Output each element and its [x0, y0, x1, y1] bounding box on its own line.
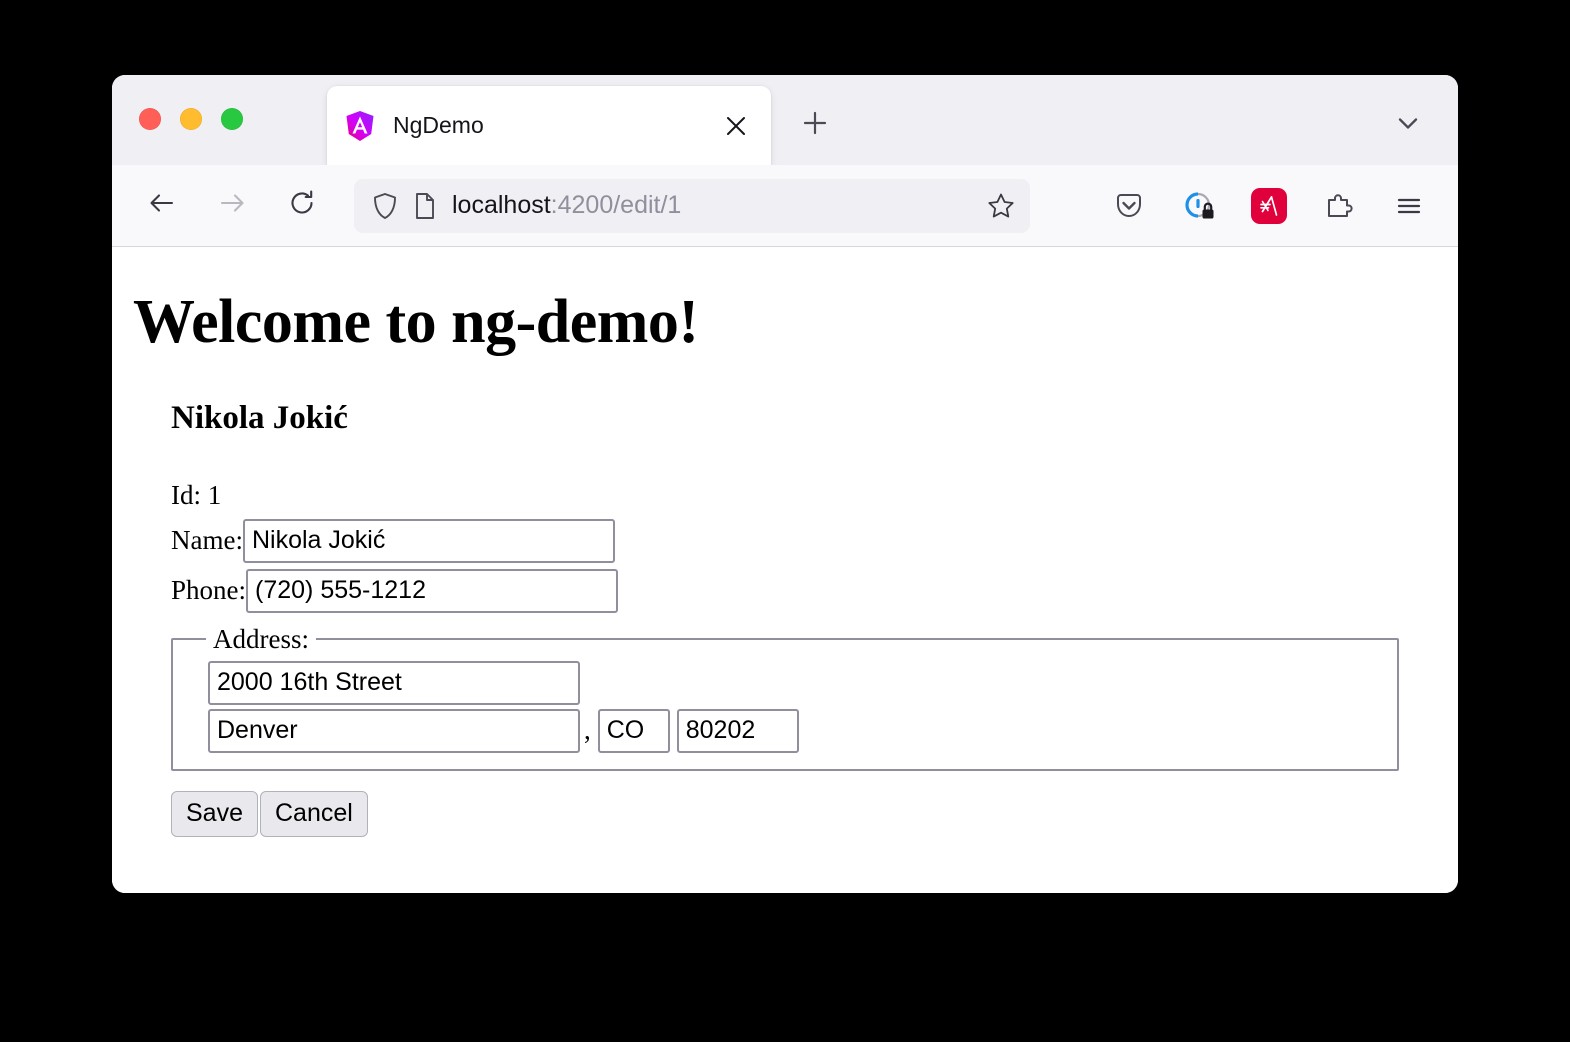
window-minimize-button[interactable]	[180, 108, 202, 130]
hamburger-menu-icon[interactable]	[1386, 183, 1432, 229]
phone-label: Phone:	[171, 574, 247, 605]
address-city-line: ,	[208, 708, 1383, 753]
phone-input[interactable]	[246, 568, 619, 613]
url-host: localhost	[452, 191, 551, 219]
tab-title: NgDemo	[393, 112, 484, 138]
page-title: Welcome to ng-demo!	[133, 288, 699, 356]
navigation-toolbar: localhost:4200/edit/1	[112, 165, 1458, 247]
window-maximize-button[interactable]	[221, 108, 243, 130]
person-name-heading: Nikola Jokić	[171, 400, 348, 436]
shield-icon[interactable]	[372, 192, 398, 220]
new-tab-button[interactable]	[795, 105, 835, 145]
chevron-down-icon	[1395, 110, 1421, 141]
id-label: Id:	[171, 480, 208, 510]
angular-logo-icon	[345, 110, 375, 142]
arrow-right-icon	[216, 187, 248, 224]
window-close-button[interactable]	[139, 108, 161, 130]
city-input[interactable]	[208, 708, 580, 753]
state-input[interactable]	[597, 708, 670, 753]
reload-button[interactable]	[278, 182, 326, 230]
puzzle-extensions-icon[interactable]	[1316, 183, 1362, 229]
id-row: Id: 1	[171, 479, 1437, 513]
forward-button[interactable]	[208, 182, 256, 230]
browser-tab-ngdemo[interactable]: NgDemo	[327, 86, 771, 165]
reload-icon	[287, 188, 317, 223]
address-legend: Address:	[213, 623, 309, 654]
browser-window: NgDemo localhost:4200/edit/1 Welcome to …	[112, 75, 1458, 893]
url-text: localhost:4200/edit/1	[452, 191, 976, 220]
tab-strip: NgDemo	[112, 75, 1458, 165]
page-document-icon	[414, 192, 436, 220]
toolbar-icon-group	[1106, 183, 1432, 229]
name-label: Name:	[171, 524, 243, 555]
tab-list-button[interactable]	[1388, 105, 1428, 145]
name-input[interactable]	[242, 518, 615, 563]
address-separator: ,	[584, 715, 591, 746]
street-input[interactable]	[208, 660, 580, 705]
app-root: Nikola Jokić Id: 1 Name: Phone: Address:	[133, 358, 1437, 837]
close-icon[interactable]	[719, 109, 753, 143]
page-content: Welcome to ng-demo! Nikola Jokić Id: 1 N…	[112, 247, 1458, 893]
cancel-button[interactable]: Cancel	[259, 790, 368, 837]
privacy-lock-icon[interactable]	[1176, 183, 1222, 229]
url-path: :4200/edit/1	[550, 191, 682, 219]
arrow-left-icon	[146, 187, 178, 224]
plus-icon	[802, 110, 828, 141]
angular-devtools-icon[interactable]	[1246, 183, 1292, 229]
save-button[interactable]: Save	[171, 790, 258, 837]
url-bar[interactable]: localhost:4200/edit/1	[354, 178, 1030, 233]
name-row: Name:	[171, 518, 1437, 563]
address-street-line	[208, 660, 1383, 705]
form-actions: Save Cancel	[171, 790, 1437, 837]
pocket-icon[interactable]	[1106, 183, 1152, 229]
star-icon[interactable]	[986, 191, 1016, 221]
window-traffic-lights	[139, 108, 243, 130]
back-button[interactable]	[138, 182, 186, 230]
address-fieldset: Address: ,	[171, 623, 1399, 771]
id-value: 1	[207, 480, 222, 510]
zip-input[interactable]	[676, 708, 799, 753]
phone-row: Phone:	[171, 568, 1437, 613]
